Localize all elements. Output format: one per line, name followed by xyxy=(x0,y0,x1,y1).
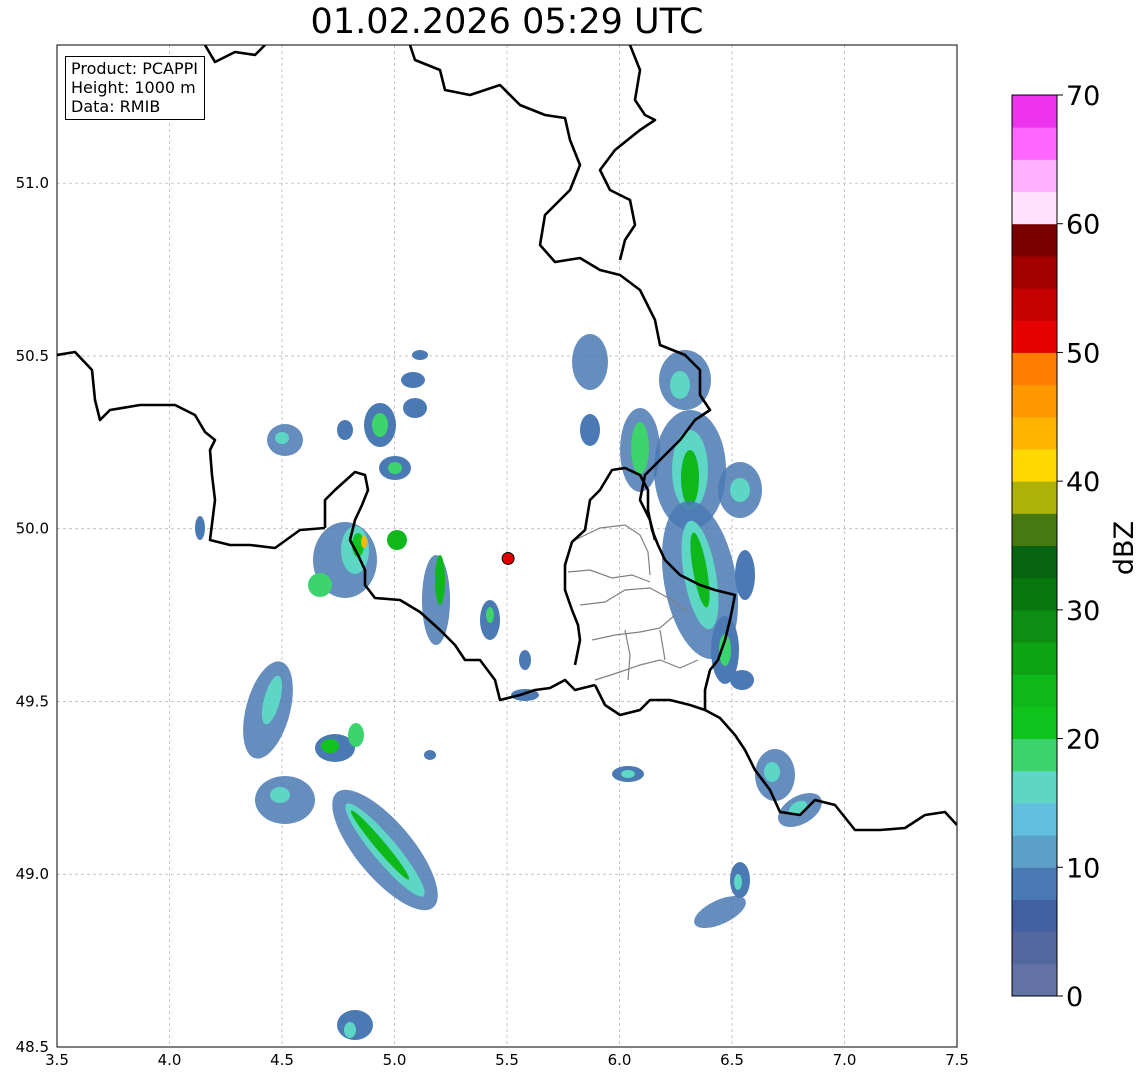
colorbar-swatch xyxy=(1012,931,1057,965)
echo-cell xyxy=(195,516,205,540)
x-tick-label: 5.5 xyxy=(495,1051,519,1069)
x-tick-label: 7.5 xyxy=(945,1051,969,1069)
colorbar-swatch xyxy=(1012,416,1057,450)
echo-cell xyxy=(631,422,649,474)
colorbar-swatch xyxy=(1012,255,1057,289)
info-height: Height: 1000 m xyxy=(71,78,196,97)
echo-cell xyxy=(621,770,635,778)
colorbar-swatch xyxy=(1012,513,1057,546)
colorbar-swatch xyxy=(1012,545,1057,579)
echo-cell xyxy=(344,1022,356,1038)
echo-cell xyxy=(735,550,755,600)
echo-cell xyxy=(372,413,388,437)
x-tick-label: 4.5 xyxy=(270,1051,294,1069)
colorbar-swatch xyxy=(1012,127,1057,160)
colorbar-swatch xyxy=(1012,384,1057,418)
colorbar-swatch xyxy=(1012,577,1057,611)
echo-cell xyxy=(308,573,332,597)
colorbar-swatch xyxy=(1012,867,1057,900)
colorbar-swatch xyxy=(1012,448,1057,482)
echo-cell xyxy=(424,750,436,760)
x-tick-label: 4.0 xyxy=(158,1051,182,1069)
echo-cell xyxy=(764,762,780,782)
colorbar-swatch xyxy=(1012,609,1057,643)
info-product: Product: PCAPPI xyxy=(71,59,199,78)
echo-cell xyxy=(670,371,690,399)
colorbar-swatch xyxy=(1012,352,1057,386)
echo-cell xyxy=(337,1010,373,1040)
colorbar-swatch xyxy=(1012,159,1057,193)
colorbar-swatch xyxy=(1012,770,1057,804)
x-tick-label: 6.5 xyxy=(720,1051,744,1069)
echo-cell xyxy=(321,739,339,753)
colorbar-swatch xyxy=(1012,481,1057,514)
colorbar-swatch xyxy=(1012,706,1057,740)
x-tick-label: 6.0 xyxy=(608,1051,632,1069)
colorbar-tick-label: 70 xyxy=(1066,81,1100,112)
colorbar-swatch xyxy=(1012,288,1057,321)
echo-cell xyxy=(435,555,445,605)
echo-cell xyxy=(337,420,353,440)
info-box: Product: PCAPPI Height: 1000 m Data: RMI… xyxy=(65,56,206,120)
colorbar-swatch xyxy=(1012,674,1057,707)
echo-cell xyxy=(401,372,425,388)
colorbar-swatch xyxy=(1012,738,1057,772)
echo-cell xyxy=(730,670,754,690)
colorbar-tick-label: 60 xyxy=(1066,210,1100,241)
y-tick-label: 48.5 xyxy=(16,1038,49,1056)
echo-cell xyxy=(730,478,750,502)
colorbar-tick-label: 50 xyxy=(1066,338,1100,369)
colorbar: 0 10 20 30 40 50 60 70 xyxy=(1011,81,1100,1013)
colorbar-swatch xyxy=(1012,899,1057,933)
colorbar-swatch xyxy=(1012,802,1057,836)
echo-cell xyxy=(387,530,407,550)
colorbar-swatch xyxy=(1012,642,1057,675)
colorbar-tick-label: 40 xyxy=(1066,467,1100,498)
colorbar-swatch xyxy=(1012,963,1057,997)
echo-cell xyxy=(734,874,742,890)
y-tick-label: 49.0 xyxy=(16,865,49,883)
echo-cell xyxy=(348,723,364,747)
y-tick-label: 50.0 xyxy=(16,520,49,538)
x-tick-label: 7.0 xyxy=(833,1051,857,1069)
colorbar-tick-label: 20 xyxy=(1066,725,1100,756)
echo-cell xyxy=(275,432,289,444)
y-tick-label: 51.0 xyxy=(16,174,49,192)
colorbar-swatch xyxy=(1012,95,1057,128)
radar-map: 3.5 4.0 4.5 5.0 5.5 6.0 6.5 7.0 7.548.549.049.55… xyxy=(16,44,1140,1069)
colorbar-unit-label: dBZ xyxy=(1109,521,1140,575)
echo-cell xyxy=(361,536,367,548)
echo-cell xyxy=(388,462,402,474)
colorbar-swatch xyxy=(1012,835,1057,868)
echo-cell xyxy=(270,787,290,803)
colorbar-tick-label: 0 xyxy=(1066,982,1083,1013)
echo-cell xyxy=(572,334,608,390)
colorbar-tick-label: 10 xyxy=(1066,853,1100,884)
echo-cell xyxy=(681,450,699,506)
radar-site-marker xyxy=(501,551,515,565)
echo-cell xyxy=(403,398,427,418)
y-tick-label: 50.5 xyxy=(16,347,49,365)
y-tick-label: 49.5 xyxy=(16,692,49,710)
echo-cell xyxy=(580,414,600,446)
colorbar-swatch xyxy=(1012,191,1057,225)
echo-cell xyxy=(519,650,531,670)
echo-cell xyxy=(412,350,428,360)
colorbar-swatch xyxy=(1012,223,1057,257)
info-data: Data: RMIB xyxy=(71,97,161,116)
colorbar-swatch xyxy=(1012,320,1057,353)
x-tick-label: 5.0 xyxy=(383,1051,407,1069)
echo-cell xyxy=(486,607,494,623)
colorbar-tick-label: 30 xyxy=(1066,596,1100,627)
